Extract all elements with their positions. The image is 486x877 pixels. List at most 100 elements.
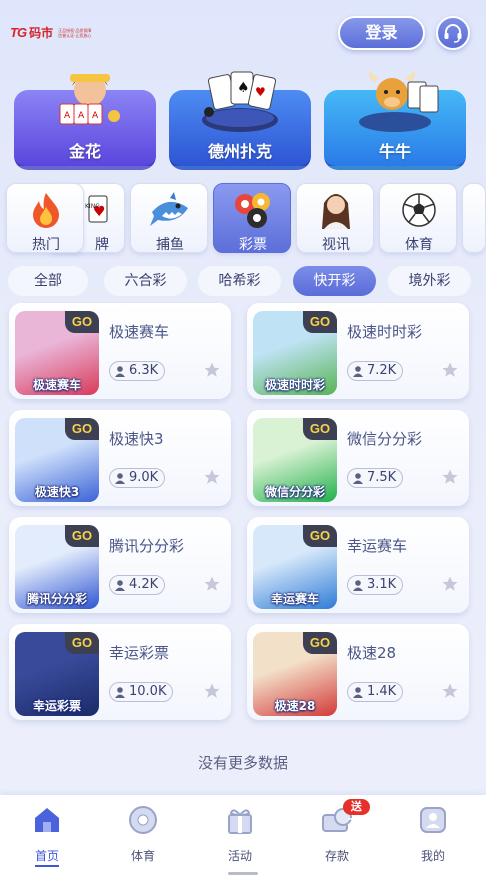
- featured-game-niuniu[interactable]: 牛牛: [324, 68, 466, 170]
- customer-support-button[interactable]: [436, 16, 470, 50]
- game-name: 幸运赛车: [347, 537, 408, 555]
- player-count: 3.1K: [347, 575, 404, 595]
- player-count-value: 9.0K: [129, 470, 159, 485]
- header: TG 码市 正品授权·品质保障 信誉认证·让您放心 登录: [0, 0, 486, 64]
- player-count-value: 6.3K: [129, 363, 159, 378]
- favorite-star-icon[interactable]: [203, 468, 221, 486]
- game-thumbnail-caption: 极速快3: [34, 485, 80, 499]
- game-thumbnail: GO 极速28: [253, 632, 337, 716]
- favorite-star-icon[interactable]: [203, 682, 221, 700]
- favorite-star-icon[interactable]: [441, 468, 459, 486]
- favorite-star-icon[interactable]: [203, 361, 221, 379]
- category-tab-live[interactable]: 视讯: [296, 183, 374, 253]
- person-icon: [115, 366, 125, 377]
- deposit-bonus-badge: 送2%: [343, 799, 370, 829]
- nav-sports[interactable]: 体育: [113, 803, 173, 865]
- game-thumbnail-caption: 极速赛车: [32, 378, 81, 392]
- featured-label: 德州扑克: [207, 142, 272, 161]
- login-button[interactable]: 登录: [338, 16, 425, 50]
- go-badge: GO: [65, 311, 99, 333]
- featured-label: 牛牛: [378, 142, 411, 161]
- game-thumbnail: GO 微信分分彩: [253, 418, 337, 502]
- logo-subtitle: 正品授权·品质保障 信誉认证·让您放心: [58, 28, 91, 38]
- game-card[interactable]: GO 极速赛车 极速赛车 6.3K: [9, 303, 231, 399]
- cards-character-icon: A A A: [59, 74, 120, 125]
- featured-game-texas-poker[interactable]: ♠ ♥ 德州扑克: [169, 68, 311, 170]
- favorite-star-icon[interactable]: [203, 575, 221, 593]
- nav-profile[interactable]: 我的: [403, 803, 463, 865]
- game-card[interactable]: GO 极速快3 极速快3 9.0K: [9, 410, 231, 506]
- soccer-ball-icon: [397, 190, 441, 230]
- game-thumbnail: GO 极速快3: [15, 418, 99, 502]
- nav-home[interactable]: 首页: [17, 803, 77, 867]
- game-card[interactable]: GO 腾讯分分彩 腾讯分分彩 4.2K: [9, 517, 231, 613]
- person-icon: [353, 473, 363, 484]
- game-card[interactable]: GO 微信分分彩 微信分分彩 7.5K: [247, 410, 469, 506]
- lottery-subtabs: 全部 六合彩 哈希彩 快开彩 境外彩: [0, 264, 486, 296]
- go-badge: GO: [303, 632, 337, 654]
- user-icon: [416, 803, 450, 837]
- nav-deposit[interactable]: 送2% 存款: [307, 799, 370, 865]
- category-tab-hot[interactable]: 热门: [6, 183, 84, 253]
- no-more-data-text: 没有更多数据: [197, 754, 288, 772]
- lottery-balls-icon: [231, 190, 275, 230]
- live-dealer-icon: [314, 190, 358, 230]
- nav-label: 我的: [420, 849, 445, 863]
- cards-icon: ♥ KING: [78, 190, 122, 230]
- poker-table-icon: ♠ ♥: [202, 71, 278, 132]
- bull-cards-icon: [359, 70, 439, 132]
- game-card[interactable]: GO 幸运彩票 幸运彩票 10.0K: [9, 624, 231, 720]
- favorite-star-icon[interactable]: [441, 682, 459, 700]
- nav-label: 首页: [34, 847, 59, 867]
- svg-text:♥: ♥: [255, 85, 266, 99]
- svg-text:A: A: [78, 111, 85, 121]
- player-count: 4.2K: [109, 575, 166, 595]
- nav-label: 体育: [130, 849, 155, 863]
- game-thumbnail-caption: 极速时时彩: [264, 378, 325, 392]
- game-name: 幸运彩票: [109, 644, 170, 662]
- category-tabs: 热门 ♥ KING 牌 捕鱼 彩票 视讯 体育: [0, 180, 486, 254]
- player-count: 10.0K: [109, 682, 174, 702]
- nav-promotions[interactable]: 活动: [210, 803, 270, 865]
- category-tab-fishing[interactable]: 捕鱼: [130, 183, 208, 253]
- shark-icon: [148, 190, 192, 230]
- nav-label: 活动: [227, 849, 252, 863]
- player-count-value: 3.1K: [367, 577, 397, 592]
- game-card[interactable]: GO 极速28 极速28 1.4K: [247, 624, 469, 720]
- person-icon: [353, 580, 363, 591]
- favorite-star-icon[interactable]: [441, 575, 459, 593]
- game-name: 微信分分彩: [347, 430, 423, 448]
- subtab-mark-six[interactable]: 六合彩: [104, 266, 187, 296]
- flame-icon: [24, 190, 68, 230]
- category-tab-lottery[interactable]: 彩票: [213, 183, 291, 253]
- game-thumbnail-caption: 幸运彩票: [32, 699, 81, 713]
- category-label: 彩票: [239, 237, 267, 253]
- nav-label: 存款: [324, 849, 349, 863]
- subtab-quick[interactable]: 快开彩: [293, 266, 376, 296]
- person-icon: [115, 473, 125, 484]
- subtab-overseas[interactable]: 境外彩: [388, 266, 471, 296]
- game-thumbnail: GO 幸运彩票: [15, 632, 99, 716]
- player-count: 9.0K: [109, 468, 166, 488]
- go-badge: GO: [303, 418, 337, 440]
- category-label: 捕鱼: [156, 237, 184, 253]
- ball-icon: [126, 803, 160, 837]
- game-card[interactable]: GO 极速时时彩 极速时时彩 7.2K: [247, 303, 469, 399]
- game-card[interactable]: GO 幸运赛车 幸运赛车 3.1K: [247, 517, 469, 613]
- go-badge: GO: [65, 525, 99, 547]
- game-thumbnail: GO 极速时时彩: [253, 311, 337, 395]
- player-count: 7.5K: [347, 468, 404, 488]
- game-name: 极速28: [347, 644, 397, 662]
- svg-text:♥: ♥: [93, 204, 106, 220]
- go-badge: GO: [303, 311, 337, 333]
- player-count: 1.4K: [347, 682, 404, 702]
- favorite-star-icon[interactable]: [441, 361, 459, 379]
- subtab-hash[interactable]: 哈希彩: [198, 266, 281, 296]
- featured-game-jinhua[interactable]: A A A 金花: [14, 68, 156, 170]
- category-label: 热门: [32, 237, 60, 253]
- subtab-all[interactable]: 全部: [8, 266, 88, 296]
- category-tab-sports[interactable]: 体育: [379, 183, 457, 253]
- go-badge: GO: [303, 525, 337, 547]
- game-thumbnail-caption: 腾讯分分彩: [26, 592, 87, 606]
- category-tab-more-partial[interactable]: [462, 183, 486, 253]
